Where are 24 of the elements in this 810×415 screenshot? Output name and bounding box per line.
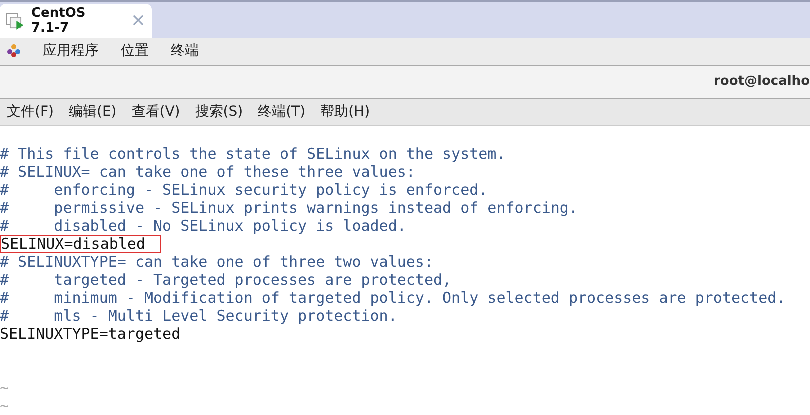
comment-line: # SELINUXTYPE= can take one of three two values: bbox=[0, 253, 434, 272]
menu-item[interactable]: 应用程序 bbox=[43, 42, 99, 60]
code-line: SELINUXTYPE=targeted bbox=[0, 325, 181, 344]
menu-item[interactable]: 终端(T) bbox=[258, 103, 306, 122]
menu-item[interactable]: 搜索(S) bbox=[195, 103, 244, 122]
tab[interactable]: CentOS 7.1-7 × bbox=[0, 4, 152, 38]
comment-line: # minimum - Modification of targeted policy. Only selected processes are protected. bbox=[0, 289, 786, 308]
menu-item[interactable]: 查看(V) bbox=[132, 103, 180, 122]
menu-item[interactable]: 位置 bbox=[121, 42, 149, 60]
menu-item[interactable]: 编辑(E) bbox=[68, 103, 117, 122]
comment-line: # targeted - Targeted processes are protected, bbox=[0, 271, 452, 290]
flower-icon bbox=[7, 44, 21, 58]
comment-line: # disabled - No SELinux policy is loaded. bbox=[0, 217, 406, 236]
comment-line: # enforcing - SELinux security policy is enforced. bbox=[0, 181, 488, 200]
menu-item[interactable]: 帮助(H) bbox=[320, 103, 370, 122]
empty-line-marker: ~ bbox=[0, 397, 10, 415]
empty-line-marker: ~ bbox=[0, 379, 10, 398]
menu-item[interactable]: 终端 bbox=[171, 42, 199, 60]
window-title: root@localho bbox=[714, 74, 810, 90]
comment-line: # SELINUX= can take one of these three values: bbox=[0, 163, 416, 182]
comment-line: # This file controls the state of SELinux on the system. bbox=[0, 145, 506, 164]
comment-line: # mls - Multi Level Security protection. bbox=[0, 307, 398, 326]
menu-item[interactable]: 文件(F) bbox=[7, 103, 54, 122]
comment-line: # permissive - SELinux prints warnings instead of enforcing. bbox=[0, 199, 578, 218]
